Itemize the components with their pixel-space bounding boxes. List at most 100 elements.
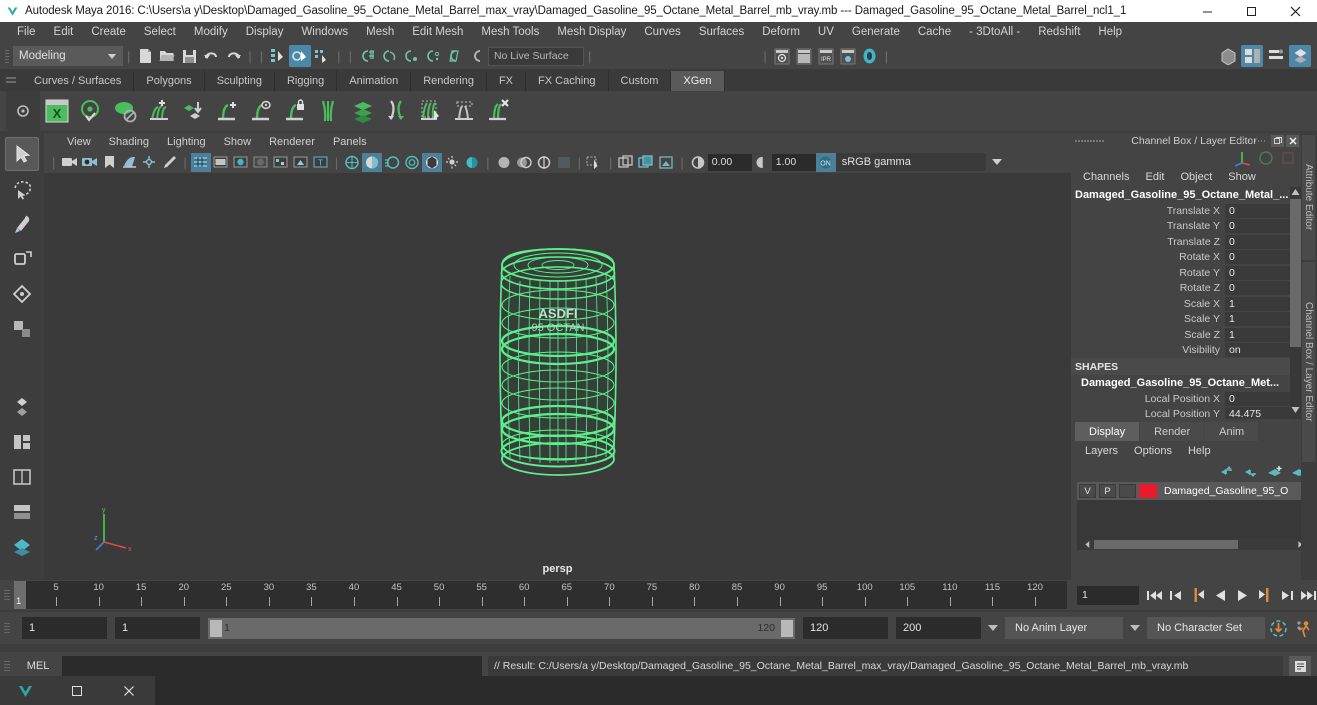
- smooth-shade-all-icon[interactable]: [211, 153, 231, 172]
- channel-box-menu-edit[interactable]: Edit: [1137, 171, 1172, 183]
- multisample-aa-icon[interactable]: [402, 153, 422, 172]
- shelf-tab-fx[interactable]: FX: [486, 71, 527, 91]
- exposure-icon[interactable]: [688, 153, 708, 172]
- range-end-handle[interactable]: [781, 619, 793, 637]
- attr-row-visibility[interactable]: Visibility on: [1071, 343, 1317, 359]
- menu-select[interactable]: Select: [135, 22, 185, 43]
- menu-help[interactable]: Help: [1089, 22, 1131, 43]
- snap-to-view-plane-button[interactable]: [444, 45, 466, 67]
- menu-edit-mesh[interactable]: Edit Mesh: [403, 22, 472, 43]
- side-tab-channel-box[interactable]: Channel Box / Layer Editor: [1302, 262, 1315, 462]
- four-view-layout-button[interactable]: [5, 390, 39, 424]
- isolate-select-icon[interactable]: [494, 153, 514, 172]
- xgen-guide-preview-icon[interactable]: [244, 94, 278, 128]
- layer-list-horizontal-scrollbar[interactable]: [1083, 539, 1305, 550]
- xgen-bake-icon[interactable]: [448, 94, 482, 128]
- xgen-add-guide-icon[interactable]: [210, 94, 244, 128]
- two-dim-pan-zoom-icon[interactable]: [139, 153, 159, 172]
- shadows-icon[interactable]: [342, 153, 362, 172]
- command-input-field[interactable]: [62, 656, 482, 676]
- two-sided-lighting-icon[interactable]: [462, 153, 482, 172]
- anim-layer-chevron-down-icon[interactable]: [988, 625, 998, 631]
- wireframe-shading-icon[interactable]: [190, 152, 211, 172]
- move-tool-button[interactable]: [5, 242, 39, 276]
- range-slider-gripper[interactable]: [0, 615, 14, 641]
- xgen-layers-icon[interactable]: [346, 94, 380, 128]
- scroll-down-arrow-icon[interactable]: [1290, 405, 1301, 415]
- restore-window-icon[interactable]: [57, 676, 97, 705]
- xgen-sculpt-guide-icon[interactable]: [312, 94, 346, 128]
- play-backwards-button[interactable]: [1211, 586, 1229, 604]
- render-current-frame-button[interactable]: [771, 45, 793, 67]
- scrollbar-thumb[interactable]: [1290, 199, 1301, 347]
- exposure-reset-icon[interactable]: [554, 153, 574, 172]
- go-to-end-button[interactable]: [1299, 586, 1317, 604]
- time-slider-track[interactable]: 1 5 10 15 20 25 30 35 40 45 50 55 60 65 70 75 80 85 90 95 1…: [14, 581, 1067, 609]
- attr-row-translate-y[interactable]: Translate Y 0: [1071, 219, 1317, 235]
- motion-blur-icon[interactable]: [382, 153, 402, 172]
- use-all-lights-icon[interactable]: [291, 153, 311, 172]
- xray-joints-icon[interactable]: [534, 153, 554, 172]
- script-editor-button[interactable]: [1289, 656, 1311, 676]
- time-slider-gripper[interactable]: [0, 582, 14, 608]
- step-back-frame-button[interactable]: [1189, 586, 1207, 604]
- menu-modify[interactable]: Modify: [185, 22, 237, 43]
- channel-box-scrollbar[interactable]: [1290, 187, 1301, 419]
- open-scene-button[interactable]: [156, 45, 178, 67]
- hypershade-button[interactable]: [859, 45, 881, 67]
- close-window-icon[interactable]: [109, 676, 149, 705]
- render-sequence-button[interactable]: [793, 45, 815, 67]
- viewport-region-icon[interactable]: [656, 153, 676, 172]
- select-object-button[interactable]: [289, 45, 312, 67]
- scroll-up-arrow-icon[interactable]: [1290, 187, 1301, 197]
- gpu-cache-icon[interactable]: [616, 153, 636, 172]
- color-profile-select[interactable]: sRGB gamma: [835, 153, 1002, 171]
- go-to-start-button[interactable]: [1145, 586, 1163, 604]
- xgen-guide-visibility-icon[interactable]: [108, 94, 142, 128]
- channel-box-menu-channels[interactable]: Channels: [1075, 171, 1137, 183]
- side-tab-attribute-editor[interactable]: Attribute Editor: [1302, 135, 1315, 260]
- show-channel-box-icon[interactable]: [1289, 45, 1311, 67]
- select-component-button[interactable]: [311, 45, 333, 67]
- viewport-menu-view[interactable]: View: [58, 136, 100, 148]
- menu-mesh-tools[interactable]: Mesh Tools: [472, 22, 548, 43]
- attr-row-rotate-y[interactable]: Rotate Y 0: [1071, 265, 1317, 281]
- viewport-menu-renderer[interactable]: Renderer: [260, 136, 324, 148]
- menu-set-selector[interactable]: Modeling: [13, 46, 123, 66]
- anim-layer-field[interactable]: No Anim Layer: [1005, 617, 1123, 639]
- snap-to-grid-button[interactable]: [356, 45, 378, 67]
- current-frame-field[interactable]: 1: [1077, 585, 1139, 605]
- xgen-lock-guide-icon[interactable]: [278, 94, 312, 128]
- gamma-icon[interactable]: [752, 153, 772, 172]
- save-scene-button[interactable]: [178, 45, 200, 67]
- snap-to-projected-center-button[interactable]: [422, 45, 444, 67]
- two-panes-side-layout-button[interactable]: [5, 425, 39, 459]
- viewport-menu-show[interactable]: Show: [215, 136, 261, 148]
- attr-row-rotate-z[interactable]: Rotate Z 0: [1071, 281, 1317, 297]
- tab-anim-layers[interactable]: Anim: [1205, 422, 1259, 441]
- lasso-tool-button[interactable]: [5, 172, 39, 206]
- menu-cache[interactable]: Cache: [909, 22, 960, 43]
- play-forwards-button[interactable]: [1233, 586, 1251, 604]
- exposure-field[interactable]: 0.00: [707, 153, 752, 171]
- undock-panel-icon[interactable]: [1271, 135, 1284, 147]
- undo-button[interactable]: [200, 45, 222, 67]
- status-line-gripper[interactable]: [4, 46, 10, 66]
- channel-box-menu-show[interactable]: Show: [1220, 171, 1264, 183]
- xgen-select-guides-icon[interactable]: [414, 94, 448, 128]
- select-hierarchy-button[interactable]: [267, 45, 289, 67]
- attr-row-scale-y[interactable]: Scale Y 1: [1071, 312, 1317, 328]
- shelf-tab-xgen[interactable]: XGen: [671, 71, 725, 91]
- scroll-left-arrow-icon[interactable]: [1083, 540, 1092, 549]
- viewport-menu-shading[interactable]: Shading: [100, 136, 158, 148]
- screen-space-ao-icon[interactable]: [362, 152, 383, 172]
- animation-start-time-field[interactable]: 1: [22, 617, 107, 639]
- lighting-toggle-icon[interactable]: [442, 153, 462, 172]
- attr-row-translate-x[interactable]: Translate X 0: [1071, 203, 1317, 219]
- layer-display-type-toggle[interactable]: [1119, 484, 1136, 498]
- bookmark-icon[interactable]: [99, 153, 119, 172]
- paint-select-tool-button[interactable]: [5, 207, 39, 241]
- shelf-tab-polygons[interactable]: Polygons: [134, 71, 205, 91]
- attr-row-local-position-y[interactable]: Local Position Y 44.475: [1071, 407, 1317, 419]
- close-button[interactable]: [1273, 0, 1317, 22]
